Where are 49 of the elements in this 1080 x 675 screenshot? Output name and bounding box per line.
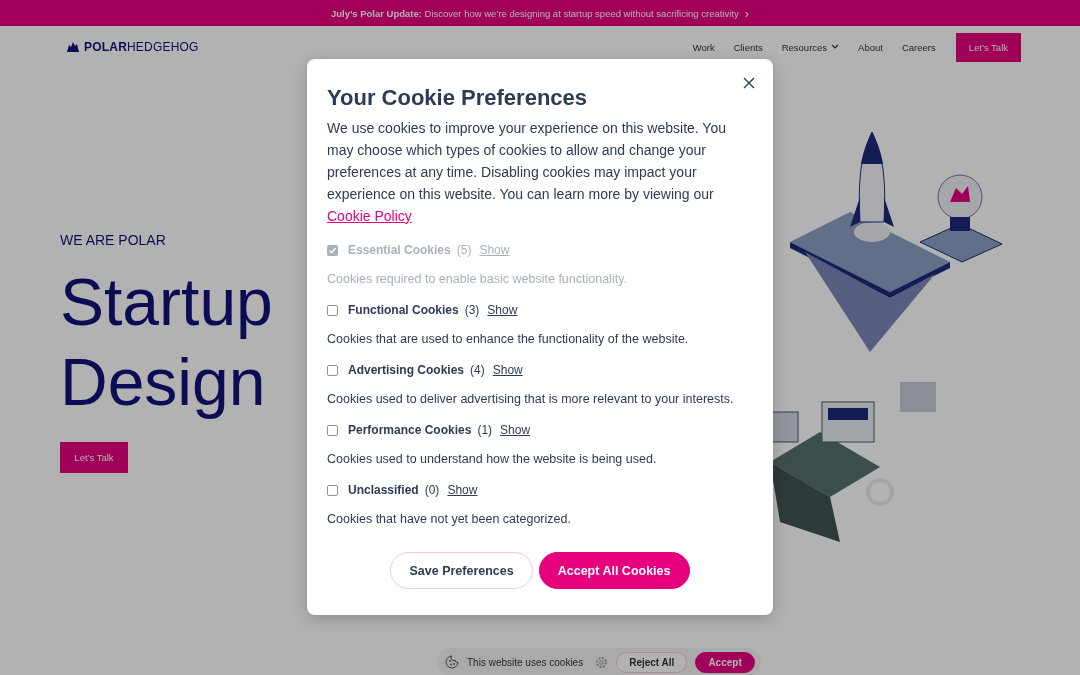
dialog-title: Your Cookie Preferences xyxy=(327,85,589,111)
category-name: Unclassified xyxy=(348,483,419,497)
cookie-count: (4) xyxy=(470,363,485,377)
category-name: Performance Cookies xyxy=(348,423,472,437)
category-description: Cookies that have not yet been categorized. xyxy=(327,512,572,526)
dialog-intro: We use cookies to improve your experience on this website. You may choose which types of cookies to allow and change your preferences at any time. Disabling cookies may impact your experience on this website. You can learn more by viewing our Cookie Policy xyxy=(327,119,727,226)
checkbox[interactable] xyxy=(327,424,338,436)
cookie-count: (1) xyxy=(477,423,493,437)
nav-link[interactable]: About xyxy=(858,41,883,53)
category-name: Essential Cookies xyxy=(348,243,451,257)
show-link[interactable]: Show xyxy=(492,363,523,377)
logo-text[interactable]: POLARHEDGEHOG xyxy=(84,40,199,54)
nav-link[interactable]: Resources xyxy=(781,41,840,53)
cta-button[interactable]: Let’s Talk xyxy=(60,442,128,473)
save-preferences-button[interactable]: Save Preferences xyxy=(390,552,533,589)
category-description: Cookies required to enable basic website functionality. xyxy=(327,272,628,286)
show-link[interactable]: Show xyxy=(487,303,518,317)
cookie-policy-link[interactable]: Cookie Policy xyxy=(327,208,412,224)
cta-button[interactable]: Let’s Talk xyxy=(955,32,1021,62)
cookie-count: (0) xyxy=(424,483,440,497)
cookie-count: (3) xyxy=(464,303,480,317)
chevron-down-icon xyxy=(831,44,840,50)
nav-link[interactable]: Work xyxy=(692,41,715,53)
hedgehog-logo-icon xyxy=(66,41,80,53)
accept-button[interactable]: Accept xyxy=(695,651,755,673)
category-name: Advertising Cookies xyxy=(348,363,465,377)
checkbox[interactable] xyxy=(327,484,338,496)
category-name: Functional Cookies xyxy=(348,303,459,317)
cookie-count: (5) xyxy=(456,243,472,257)
checkbox[interactable] xyxy=(327,304,338,316)
category-description: Cookies that are used to enhance the functionality of the website. xyxy=(327,332,690,346)
show-link[interactable]: Show xyxy=(500,423,531,437)
category-description: Cookies used to deliver advertising that is more relevant to your interests. xyxy=(327,392,735,406)
cookie-icon xyxy=(445,655,459,669)
checkbox[interactable] xyxy=(327,364,338,376)
show-link[interactable]: Show xyxy=(447,483,478,497)
chevron-icon: › xyxy=(744,6,750,20)
nav-link[interactable]: Clients xyxy=(733,41,763,53)
announcement-bar[interactable]: July’s Polar Update: Discover how we’re designing at startup speed without sacrificing creativity › xyxy=(0,0,1080,26)
accept-all-button[interactable]: Accept All Cookies xyxy=(538,552,690,589)
cookie-bar-text: This website uses cookies xyxy=(467,656,584,668)
category-description: Cookies used to understand how the website is being used. xyxy=(327,452,658,466)
reject-all-button[interactable]: Reject All xyxy=(616,651,688,673)
announcement-text: July’s Polar Update: Discover how we’re designing at startup speed without sacrificing creativity xyxy=(330,7,739,19)
hero-heading: Startup Design xyxy=(60,264,274,421)
settings-icon[interactable] xyxy=(595,655,609,669)
eyebrow-text: WE ARE POLAR xyxy=(60,232,167,248)
nav-link[interactable]: Careers xyxy=(901,41,936,53)
close-icon[interactable] xyxy=(741,75,757,91)
